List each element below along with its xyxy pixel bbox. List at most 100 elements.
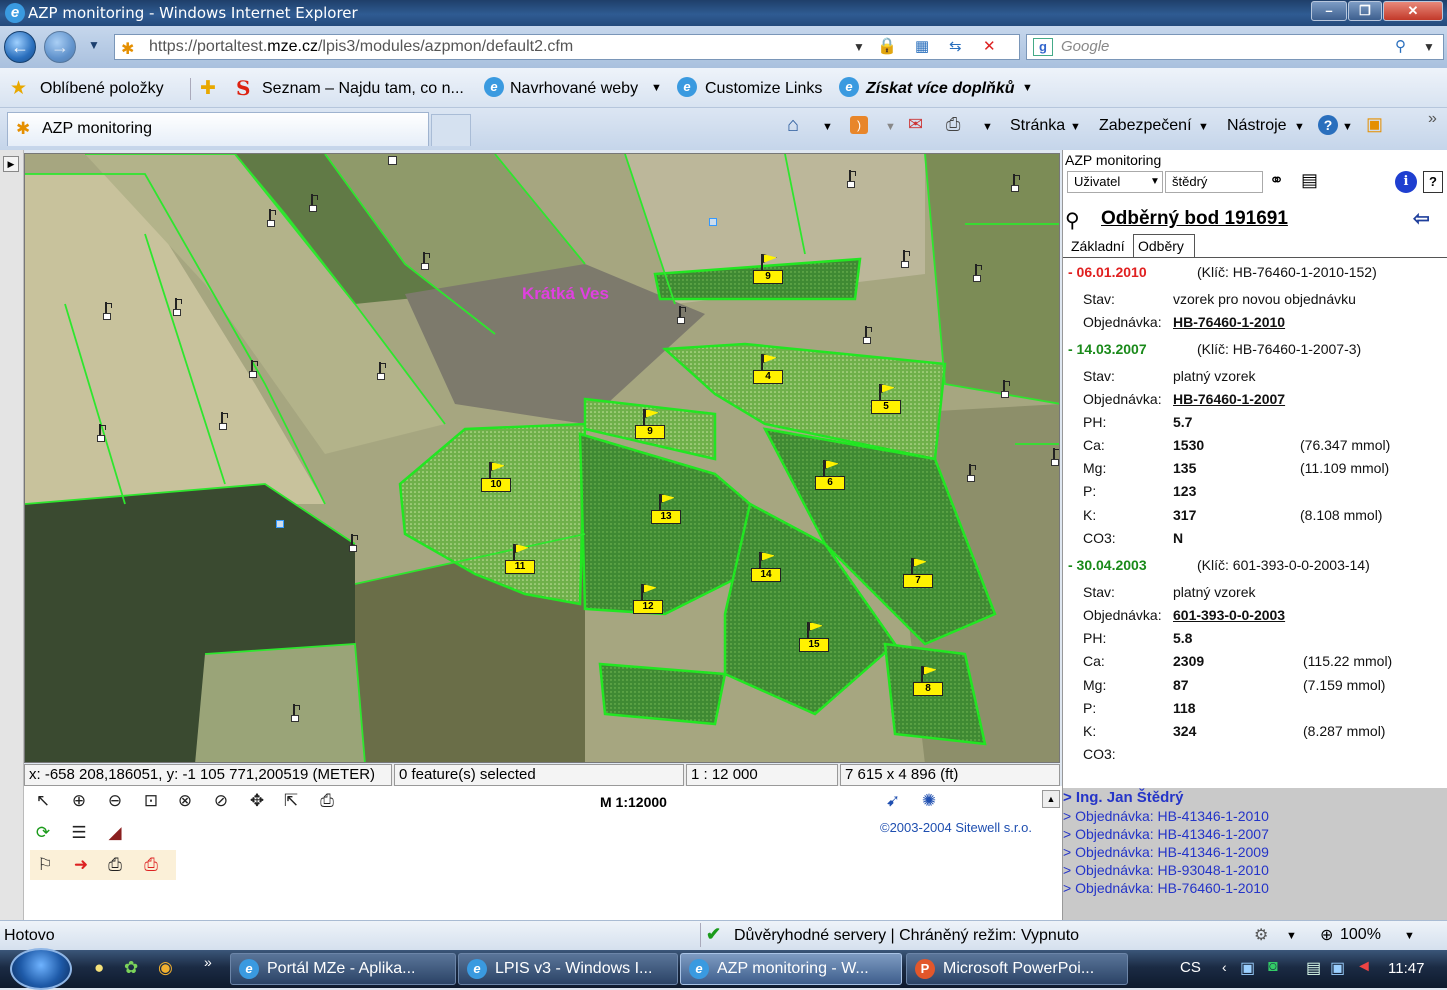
security-menu[interactable]: Zabezpečení (1099, 117, 1192, 135)
taskbar-item-powerpoint[interactable]: P Microsoft PowerPoi... (906, 953, 1128, 985)
search-input[interactable]: g Google ⚲ ▼ (1026, 34, 1444, 60)
sample-point-flag[interactable]: 13 (651, 494, 681, 524)
scroll-up-button[interactable]: ▲ (1042, 790, 1060, 808)
back-button[interactable]: ← (4, 31, 36, 63)
home-icon[interactable]: ⌂ (787, 114, 799, 137)
sample-point-flag[interactable]: 9 (635, 409, 665, 439)
search-dropdown-icon[interactable]: ▼ (1423, 35, 1435, 59)
zoom-window-icon[interactable]: ⊡ (138, 788, 164, 814)
zone-settings-icon[interactable]: ⚙ (1254, 925, 1268, 945)
select-arrow-icon[interactable]: ↖ (30, 788, 56, 814)
help-icon[interactable]: ? (1318, 115, 1338, 135)
map-point-marker[interactable] (276, 520, 284, 528)
sample-point-flag[interactable]: 12 (633, 584, 663, 614)
zoom-level[interactable]: 100% (1340, 926, 1381, 944)
binoculars-icon[interactable]: ⚭ (1269, 170, 1284, 191)
map-point-marker[interactable] (309, 194, 319, 212)
sample-point-flag[interactable]: 11 (505, 544, 535, 574)
map-point-marker[interactable] (421, 252, 431, 270)
order-link[interactable]: > Objednávka: HB-41346-1-2010 (1063, 808, 1269, 824)
map-point-marker[interactable] (973, 264, 983, 282)
tray-device-icon[interactable]: ▤ (1306, 958, 1321, 978)
chevron-down-icon[interactable]: ▼ (822, 121, 833, 133)
order-link[interactable]: 601-393-0-0-2003 (1173, 607, 1285, 623)
taskbar-item-portal[interactable]: e Portál MZe - Aplika... (230, 953, 456, 985)
new-tab-button[interactable] (431, 114, 471, 146)
tray-expand-icon[interactable]: ‹ (1222, 959, 1227, 975)
chevron-down-icon[interactable]: ▼ (1022, 82, 1033, 94)
chevron-down-icon[interactable]: ▼ (885, 121, 896, 133)
map-point-marker[interactable] (901, 250, 911, 268)
map-point-marker[interactable] (97, 424, 107, 442)
quick-launch-bulb-icon[interactable]: ● (94, 958, 104, 978)
help-icon[interactable]: ? (1423, 171, 1443, 193)
delete-print-icon[interactable]: ⎙ (138, 852, 164, 878)
refresh-map-icon[interactable]: ⟳ (30, 820, 56, 846)
fav-customize-links[interactable]: Customize Links (705, 80, 822, 98)
map-point-marker[interactable] (173, 298, 183, 316)
map-point-marker[interactable] (1001, 380, 1011, 398)
sample-point-flag[interactable]: 8 (913, 666, 943, 696)
quick-launch-more-icon[interactable]: » (204, 954, 212, 970)
map-view[interactable]: Krátká Ves 9 4 5 9 10 13 6 11 14 7 12 15… (24, 153, 1060, 763)
sample-point-flag[interactable]: 14 (751, 552, 781, 582)
tab-azp-monitoring[interactable]: ✱ AZP monitoring (7, 112, 429, 146)
flag-tool-icon[interactable]: ⚐ (32, 852, 58, 878)
user-search-input[interactable]: štědrý (1165, 171, 1263, 193)
tools-menu[interactable]: Nástroje (1227, 117, 1287, 135)
owner-link[interactable]: > Ing. Jan Štědrý (1063, 789, 1183, 806)
map-point-marker[interactable] (249, 360, 259, 378)
map-point-marker[interactable] (1011, 174, 1021, 192)
layers-icon[interactable]: ◢ (102, 820, 128, 846)
search-icon[interactable]: ⚲ (1065, 208, 1080, 233)
volume-muted-icon[interactable]: ◄ (1356, 958, 1372, 976)
sample-point-flag[interactable]: 10 (481, 462, 511, 492)
chevron-down-icon[interactable]: ▼ (1342, 121, 1353, 133)
chevron-down-icon[interactable]: ▼ (982, 121, 993, 133)
map-point-marker[interactable] (377, 362, 387, 380)
start-button[interactable] (10, 948, 72, 990)
address-dropdown-icon[interactable]: ▼ (853, 35, 865, 59)
map-point-marker[interactable] (709, 218, 717, 226)
research-icon[interactable]: ▣ (1366, 114, 1383, 135)
security-zone-text[interactable]: Důvěryhodné servery | Chráněný režim: Vy… (734, 927, 1079, 945)
chevron-down-icon[interactable]: ▼ (1070, 121, 1081, 133)
compatibility-icon[interactable]: ▦ (915, 35, 929, 59)
sample-point-flag[interactable]: 4 (753, 354, 783, 384)
sample-point-flag[interactable]: 5 (871, 384, 901, 414)
refresh-icon[interactable]: ⇆ (949, 35, 962, 59)
mail-icon[interactable]: ✉ (908, 114, 923, 135)
search-icon[interactable]: ⚲ (1395, 35, 1406, 59)
pan-icon[interactable]: ✥ (244, 788, 270, 814)
favorites-button[interactable]: Oblíbené položky (40, 80, 164, 98)
tray-network-icon[interactable]: ▣ (1240, 958, 1255, 978)
fav-get-addons[interactable]: Získat více doplňků (866, 80, 1014, 98)
map-point-marker[interactable] (388, 156, 397, 165)
address-input[interactable]: ✱ https://portaltest.mze.cz/lpis3/module… (114, 34, 1020, 60)
rss-feed-icon[interactable]: ) (850, 116, 868, 134)
back-arrow-icon[interactable]: ⇦ (1413, 206, 1430, 231)
sample-point-flag[interactable]: 6 (815, 460, 845, 490)
taskbar-item-azp[interactable]: e AZP monitoring - W... (680, 953, 902, 985)
order-link[interactable]: HB-76460-1-2007 (1173, 391, 1285, 407)
zoom-in-icon[interactable]: ⊕ (66, 788, 92, 814)
lock-icon[interactable]: 🔒 (877, 35, 897, 59)
chevron-down-icon[interactable]: ▼ (1404, 930, 1415, 942)
clock[interactable]: 11:47 (1388, 960, 1424, 977)
add-favorite-icon[interactable]: ✚ (200, 77, 216, 100)
forward-button[interactable]: → (44, 31, 76, 63)
sample-point-flag[interactable]: 9 (753, 254, 783, 284)
zoom-out-icon[interactable]: ⊖ (102, 788, 128, 814)
map-point-marker[interactable] (103, 302, 113, 320)
map-point-marker[interactable] (677, 306, 687, 324)
taskbar-item-lpis[interactable]: e LPIS v3 - Windows I... (458, 953, 678, 985)
quick-launch-ie-icon[interactable]: ◉ (158, 958, 173, 978)
document-icon[interactable]: ▤ (1301, 170, 1318, 191)
user-role-select[interactable]: Uživatel ▼ (1067, 171, 1163, 193)
info-icon[interactable]: i (1395, 171, 1417, 193)
map-point-marker[interactable] (967, 464, 977, 482)
chevron-down-icon[interactable]: ▼ (1294, 121, 1305, 133)
tray-monitor-icon[interactable]: ▣ (1330, 958, 1345, 978)
measure-icon[interactable]: ⇱ (278, 788, 304, 814)
tray-app-icon[interactable]: ◙ (1268, 958, 1278, 976)
